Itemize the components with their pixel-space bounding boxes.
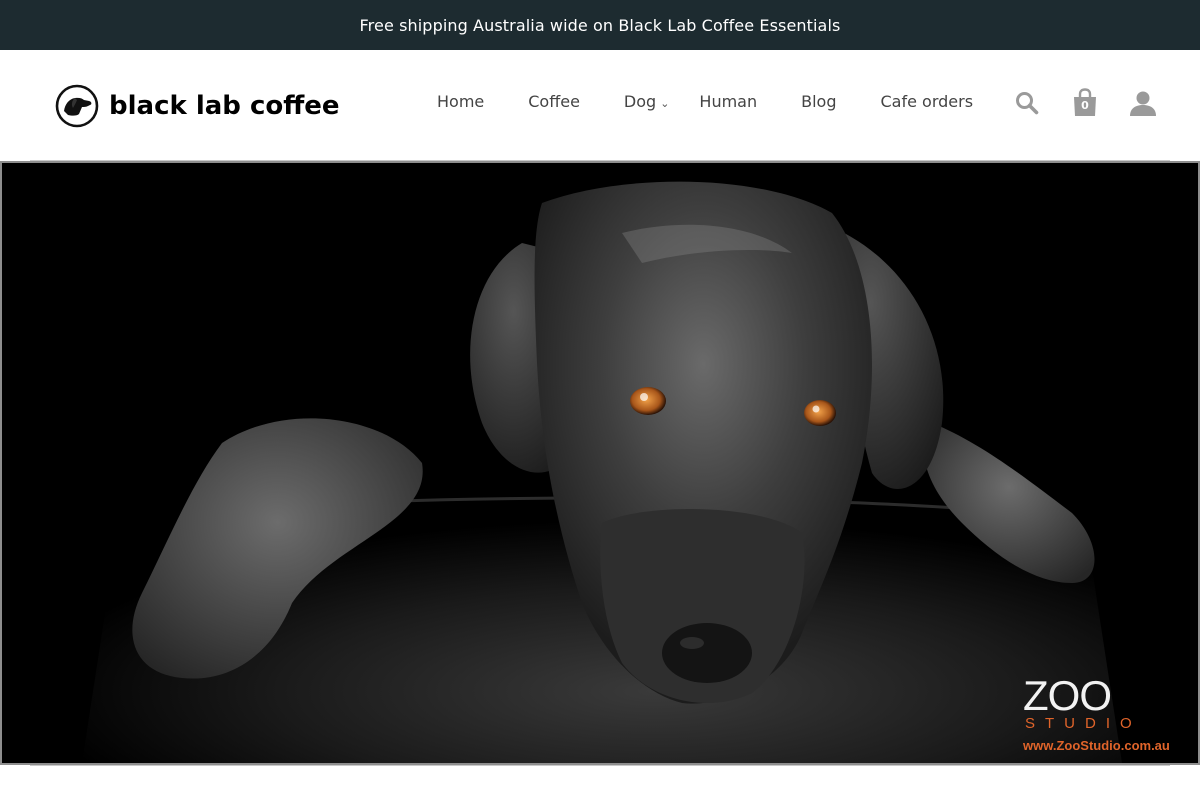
- nav-item-blog[interactable]: Blog: [801, 92, 836, 111]
- site-logo[interactable]: black lab coffee: [55, 84, 340, 128]
- watermark-sub: STUDIO: [1025, 715, 1142, 732]
- hero-divider-bottom: [30, 765, 1170, 766]
- hero-dog-illustration: [2, 163, 1198, 763]
- account-icon[interactable]: [1129, 88, 1157, 118]
- nav-item-home[interactable]: Home: [437, 92, 484, 111]
- nav-item-coffee[interactable]: Coffee: [528, 92, 580, 111]
- search-icon[interactable]: [1013, 88, 1041, 118]
- nav-item-human[interactable]: Human: [699, 92, 757, 111]
- nav-item-label: Cafe orders: [880, 92, 974, 111]
- nav-item-label: Coffee: [528, 92, 580, 111]
- dog-logo-icon: [55, 84, 99, 128]
- logo-wordmark: black lab coffee: [109, 91, 340, 121]
- announcement-bar: Free shipping Australia wide on Black La…: [0, 0, 1200, 50]
- watermark-brand: ZOO: [1023, 672, 1112, 719]
- nav-item-label: Home: [437, 92, 485, 111]
- nav-item-dog[interactable]: Dog ⌄: [624, 92, 669, 111]
- header-actions: 0: [1013, 88, 1157, 118]
- nav-item-cafe-orders[interactable]: Cafe orders: [880, 92, 973, 111]
- announcement-text: Free shipping Australia wide on Black La…: [359, 15, 841, 35]
- site-header: black lab coffee Home Coffee Dog ⌄ Human…: [0, 50, 1200, 161]
- chevron-down-icon: ⌄: [660, 96, 670, 110]
- nav-item-label: Blog: [801, 92, 837, 111]
- main-nav: Home Coffee Dog ⌄ Human Blog Cafe orders: [437, 92, 973, 111]
- nav-item-label: Human: [699, 92, 758, 111]
- hero-image: ZOO STUDIO www.ZooStudio.com.au: [0, 161, 1200, 765]
- nav-item-label: Dog: [623, 92, 657, 111]
- watermark-url: www.ZooStudio.com.au: [1023, 738, 1170, 753]
- cart-icon[interactable]: 0: [1071, 88, 1099, 118]
- cart-count-badge: 0: [1081, 99, 1089, 112]
- photo-watermark: ZOO STUDIO www.ZooStudio.com.au: [1023, 672, 1188, 754]
